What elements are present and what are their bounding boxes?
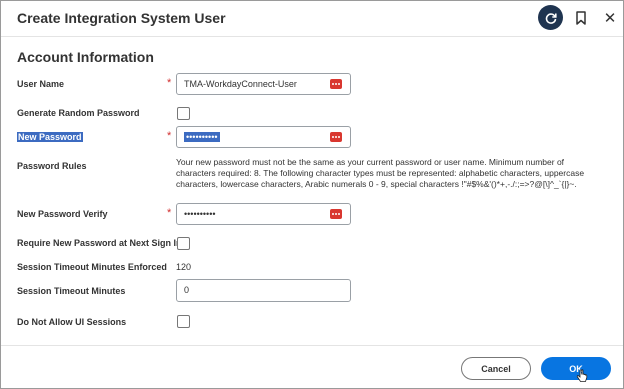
user-name-label: User Name [17, 79, 65, 89]
session-timeout-enforced-value: 120 [176, 262, 192, 272]
new-password-label: New Password [17, 132, 83, 142]
cancel-button[interactable]: Cancel [461, 357, 531, 380]
section-title: Account Information [17, 49, 154, 65]
new-password-required-star: * [167, 130, 172, 142]
new-password-verify-field[interactable]: •••••••••• [176, 203, 351, 225]
new-password-value: •••••••••• [184, 132, 220, 142]
generate-random-password-checkbox[interactable] [177, 107, 190, 120]
dialog-header: Create Integration System User ✕ [1, 1, 623, 37]
new-password-verify-required-star: * [167, 207, 172, 219]
do-not-allow-ui-sessions-checkbox[interactable] [177, 315, 190, 328]
new-password-verify-value: •••••••••• [184, 209, 216, 219]
user-name-required-star: * [167, 77, 172, 89]
password-rules-label: Password Rules [17, 161, 87, 171]
password-dots-icon[interactable] [330, 79, 342, 89]
new-password-field[interactable]: •••••••••• [176, 126, 351, 148]
user-name-field[interactable]: TMA-WorkdayConnect-User [176, 73, 351, 95]
require-new-password-label: Require New Password at Next Sign In [17, 238, 182, 248]
bookmark-icon[interactable] [569, 6, 593, 30]
close-icon[interactable]: ✕ [598, 6, 622, 30]
dialog-footer: Cancel OK [1, 345, 623, 389]
user-name-value: TMA-WorkdayConnect-User [184, 79, 297, 89]
dialog-body: Account Information User Name * TMA-Work… [1, 37, 623, 345]
dialog-title: Create Integration System User [17, 10, 226, 26]
session-timeout-minutes-label: Session Timeout Minutes [17, 286, 126, 296]
require-new-password-checkbox[interactable] [177, 237, 190, 250]
dialog: Create Integration System User ✕ Account… [0, 0, 624, 389]
refresh-icon[interactable] [538, 5, 563, 30]
password-dots-icon[interactable] [330, 209, 342, 219]
password-rules-text: Your new password must not be the same a… [176, 157, 585, 189]
session-timeout-minutes-value: 0 [184, 285, 190, 295]
generate-random-password-label: Generate Random Password [17, 108, 140, 118]
password-dots-icon[interactable] [330, 132, 342, 142]
hand-cursor-icon [576, 369, 588, 382]
do-not-allow-ui-sessions-label: Do Not Allow UI Sessions [17, 317, 127, 327]
new-password-verify-label: New Password Verify [17, 209, 108, 219]
session-timeout-enforced-label: Session Timeout Minutes Enforced [17, 262, 167, 272]
session-timeout-minutes-field[interactable]: 0 [176, 279, 351, 302]
